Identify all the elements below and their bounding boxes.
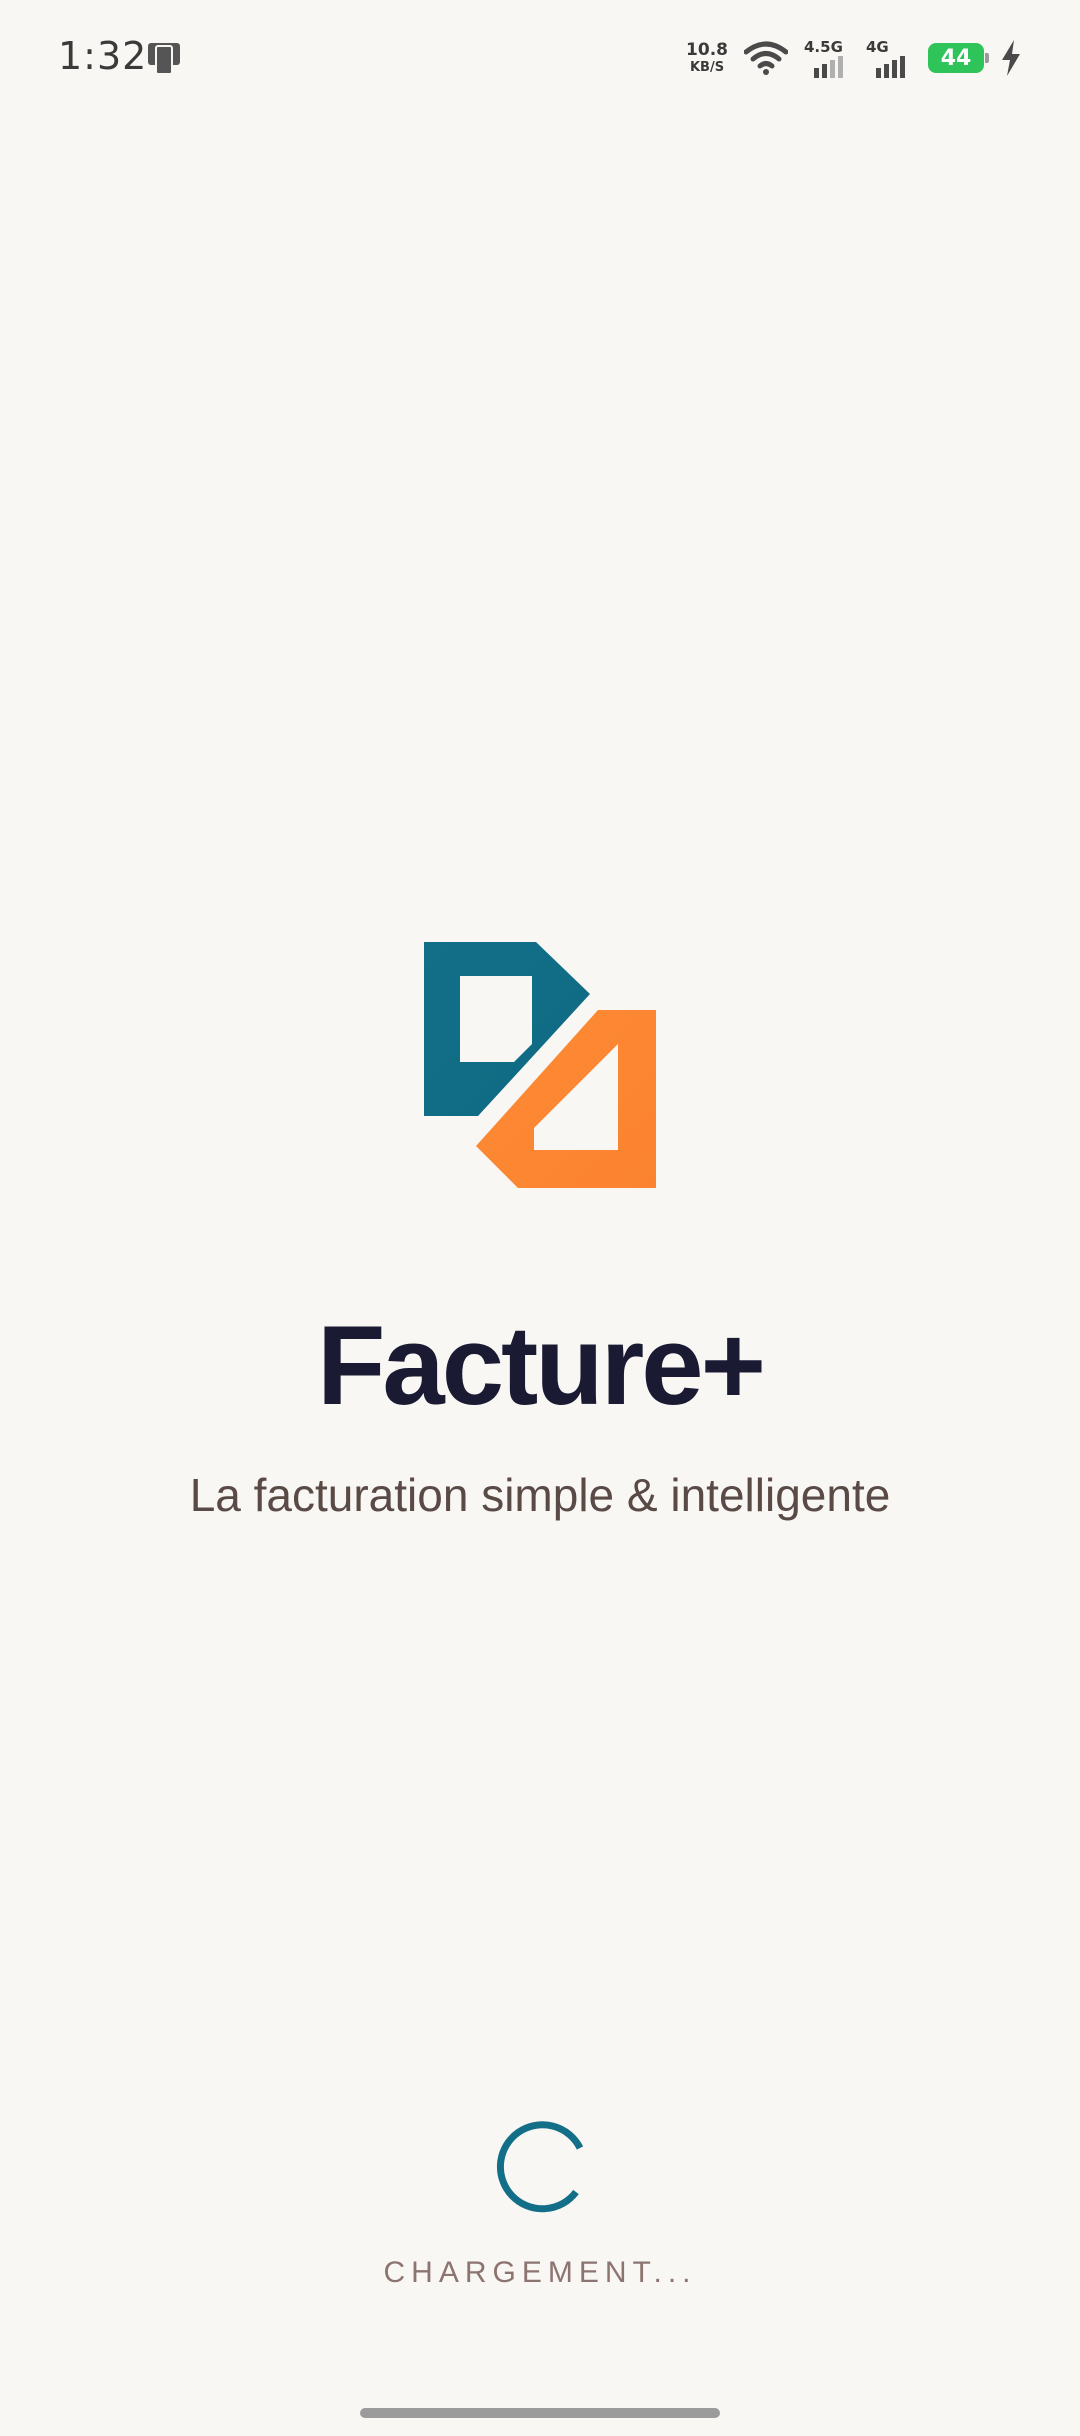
phone-notification-icon (148, 43, 180, 75)
signal-bars-icon (814, 56, 843, 78)
signal-45g: 4.5G (804, 38, 850, 78)
network-speed-unit: KB/S (689, 60, 725, 75)
loading-spinner-icon (496, 2121, 584, 2213)
signal-bars-icon (876, 56, 905, 78)
facture-plus-logo (424, 942, 656, 1188)
network-speed: 10.8 KB/S (686, 40, 728, 75)
charging-bolt-icon (1002, 40, 1020, 76)
loading-text: CHARGEMENT... (383, 2256, 697, 2289)
battery-level: 44 (940, 45, 972, 71)
status-time: 1:32 (58, 34, 148, 78)
app-tagline: La facturation simple & intelligente (189, 1469, 891, 1521)
app-title: Facture+ (317, 1303, 766, 1428)
status-bar: 1:32 10.8 KB/S 4.5G 4G 44 (0, 0, 1080, 110)
battery-icon: 44 (928, 43, 989, 73)
signal-4g: 4G (866, 38, 912, 78)
status-icons: 10.8 KB/S 4.5G 4G 44 (686, 36, 1022, 80)
home-indicator[interactable] (360, 2408, 720, 2418)
network-speed-value: 10.8 (686, 40, 728, 60)
wifi-icon (744, 41, 788, 75)
